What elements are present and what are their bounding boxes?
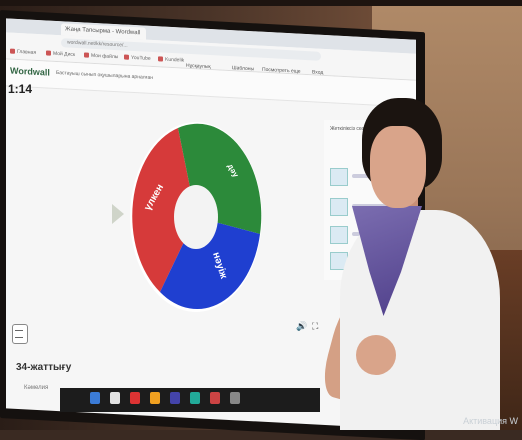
app-icon[interactable] [210, 392, 220, 404]
ceiling [0, 0, 522, 6]
app-icon[interactable] [90, 392, 100, 404]
taskbar [60, 388, 320, 412]
activity-author: Кәмелия [24, 385, 49, 391]
watermark: Активация W [463, 416, 518, 426]
timer: 1:14 [8, 82, 33, 96]
app-icon[interactable] [170, 392, 180, 404]
menu-item[interactable]: Шаблоны [232, 65, 254, 72]
app-icon[interactable] [190, 392, 200, 404]
bookmark[interactable]: Мои файлы [84, 52, 118, 60]
app-icon[interactable] [130, 392, 140, 404]
panel-option[interactable] [330, 168, 348, 186]
wheel-pointer-icon [112, 204, 124, 224]
fullscreen-icon[interactable]: ⛶ [312, 322, 318, 332]
panel-option[interactable] [330, 226, 348, 244]
menu-item[interactable]: Нұсқаулық [186, 63, 211, 70]
bookmark[interactable]: Главная [10, 49, 36, 56]
teacher-hand [356, 335, 396, 375]
bookmark[interactable]: YouTube [124, 54, 151, 62]
spinner-wheel[interactable] [130, 122, 262, 312]
menu-item[interactable]: Вход [312, 69, 323, 76]
bookmark[interactable]: Kundelik [158, 56, 184, 64]
bookmark[interactable]: Мой Диск [46, 50, 75, 58]
teacher-face [370, 126, 426, 208]
panel-option[interactable] [330, 198, 348, 216]
app-icon[interactable] [110, 392, 120, 404]
app-icon[interactable] [230, 392, 240, 404]
activity-subtitle: Бастауыш сынып оқушыларына арналған [56, 69, 154, 82]
app-logo[interactable]: Wordwall [10, 66, 50, 78]
activity-title: 34-жаттығу [16, 362, 72, 373]
app-icon[interactable] [150, 392, 160, 404]
speaker-icon[interactable]: 🔊 [296, 322, 307, 332]
hamburger-icon [15, 330, 23, 338]
